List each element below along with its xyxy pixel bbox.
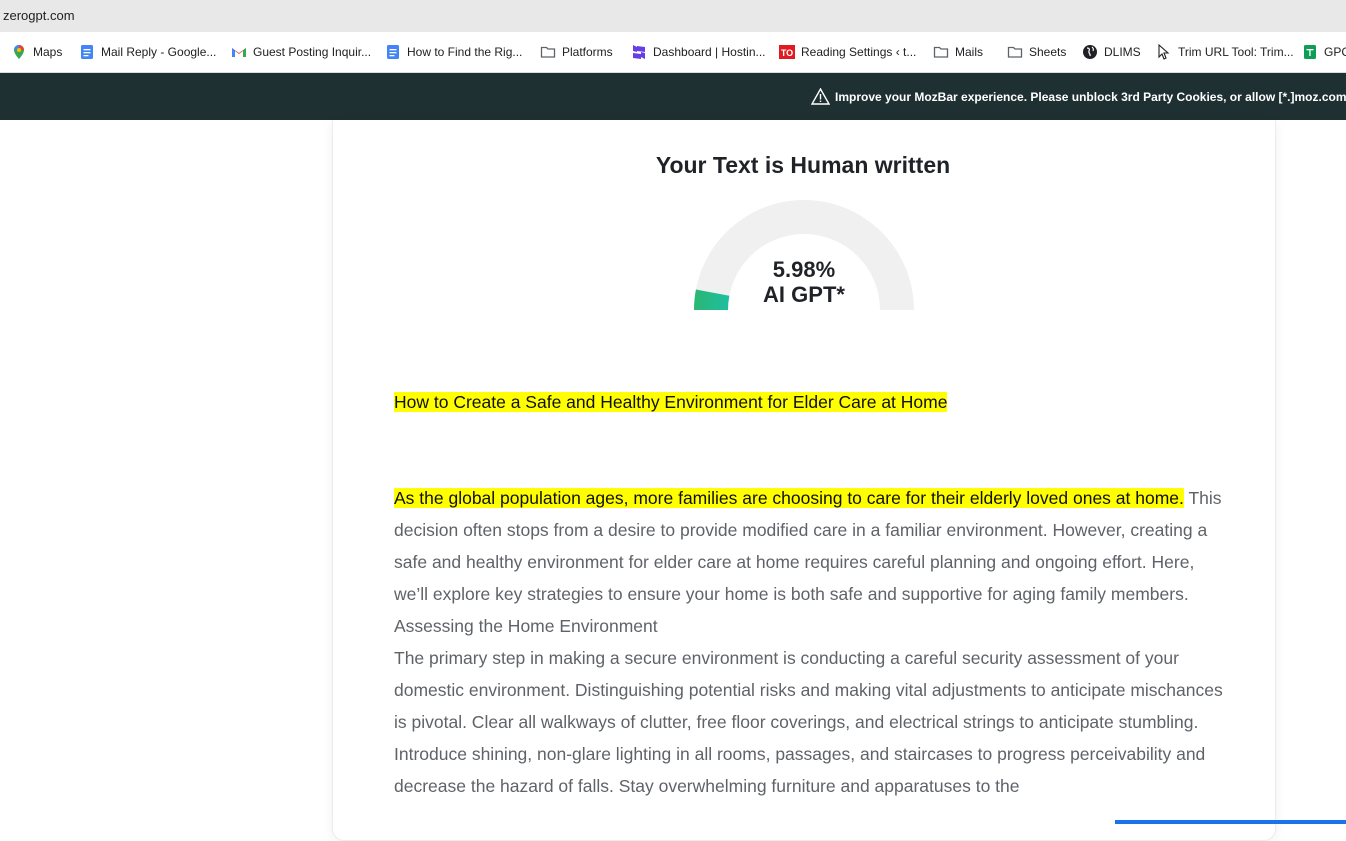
hostinger-icon (631, 44, 647, 60)
analyzed-text: How to Create a Safe and Healthy Environ… (394, 386, 1224, 802)
bookmark-mail-reply[interactable]: Mail Reply - Google... (79, 43, 216, 61)
bookmark-gpc[interactable]: GPC (1302, 43, 1346, 61)
bookmark-mails[interactable]: Mails (933, 43, 983, 61)
result-title: Your Text is Human written (655, 152, 951, 178)
maps-icon (11, 44, 27, 60)
bookmark-sheets[interactable]: Sheets (1007, 43, 1066, 61)
warning-icon (811, 88, 830, 105)
google-docs-icon (79, 44, 95, 60)
mozbar-message: Improve your MozBar experience. Please u… (835, 89, 1346, 104)
body-paragraph: The primary step in making a secure envi… (394, 648, 1223, 796)
folder-icon (933, 44, 949, 60)
bookmark-dlims[interactable]: DLIMS (1082, 43, 1141, 61)
ai-metric-label: AI GPT* (763, 282, 845, 307)
gauge-value: 5.98% AI GPT* (694, 257, 914, 307)
bookmark-trim-url[interactable]: Trim URL Tool: Trim... (1156, 43, 1294, 61)
bookmark-reading-settings[interactable]: TO Reading Settings ‹ t... (779, 43, 916, 61)
bookmark-guest-posting[interactable]: Guest Posting Inquir... (231, 43, 371, 61)
gmail-icon (231, 44, 247, 60)
section-subheading: Assessing the Home Environment (394, 616, 658, 636)
url-text: zerogpt.com (3, 8, 75, 23)
folder-icon (1007, 44, 1023, 60)
folder-icon (540, 44, 556, 60)
scroll-indicator[interactable] (1115, 820, 1346, 824)
google-docs-icon (385, 44, 401, 60)
bookmark-maps[interactable]: Maps (11, 43, 62, 61)
svg-text:TO: TO (781, 48, 793, 58)
bookmark-dashboard-hostinger[interactable]: Dashboard | Hostin... (631, 43, 766, 61)
bookmark-how-to-find[interactable]: How to Find the Rig... (385, 43, 522, 61)
text-heading: How to Create a Safe and Healthy Environ… (394, 392, 948, 412)
cursor-icon (1156, 43, 1172, 60)
bookmarks-bar: Maps Mail Reply - Google... Guest Postin… (0, 32, 1346, 73)
mozbar-banner: Improve your MozBar experience. Please u… (0, 73, 1346, 120)
google-sheets-icon (1302, 44, 1318, 60)
to-icon: TO (779, 44, 795, 60)
globe-icon (1082, 44, 1098, 60)
intro-highlighted-sentence: As the global population ages, more fami… (394, 488, 1184, 508)
address-bar[interactable]: zerogpt.com (0, 0, 1346, 32)
ai-percentage: 5.98% (772, 257, 836, 282)
bookmark-platforms[interactable]: Platforms (540, 43, 613, 61)
